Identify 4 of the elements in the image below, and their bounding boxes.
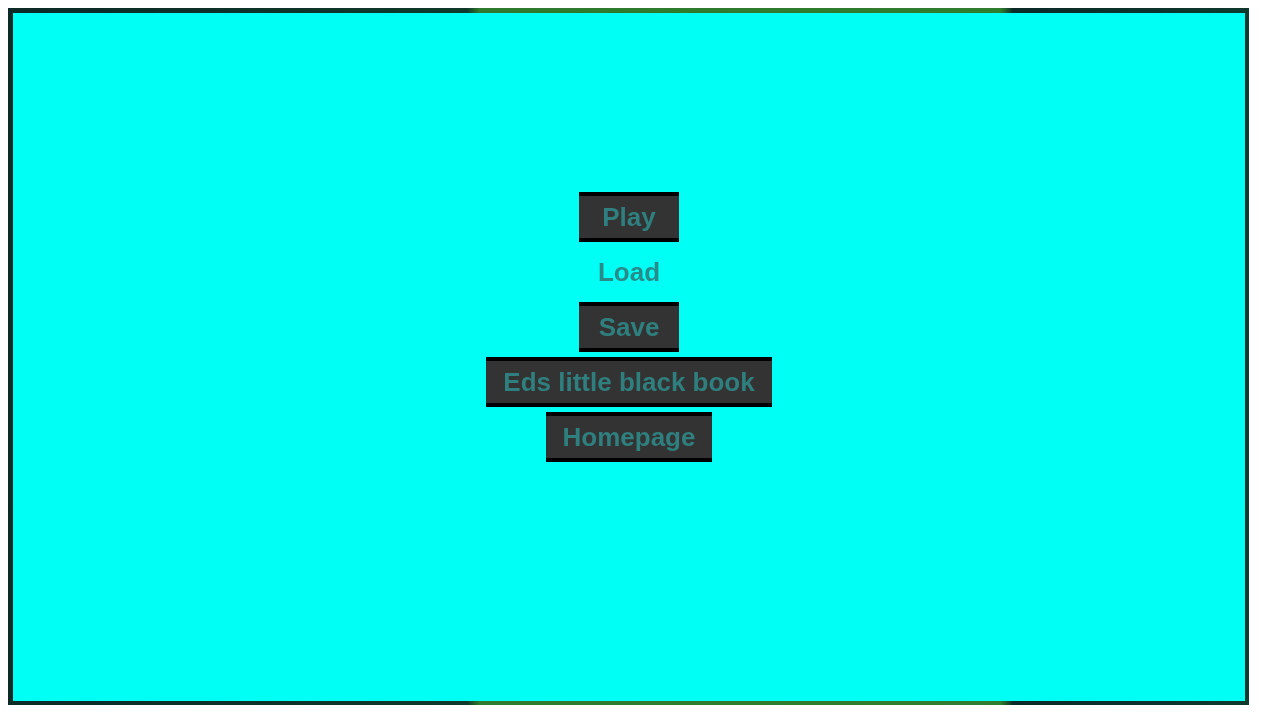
menu-button[interactable]: Homepage: [545, 412, 713, 462]
menu-button[interactable]: Play: [579, 192, 679, 242]
menu-button[interactable]: Eds little black book: [486, 357, 772, 407]
menu-button[interactable]: Save: [579, 302, 679, 352]
